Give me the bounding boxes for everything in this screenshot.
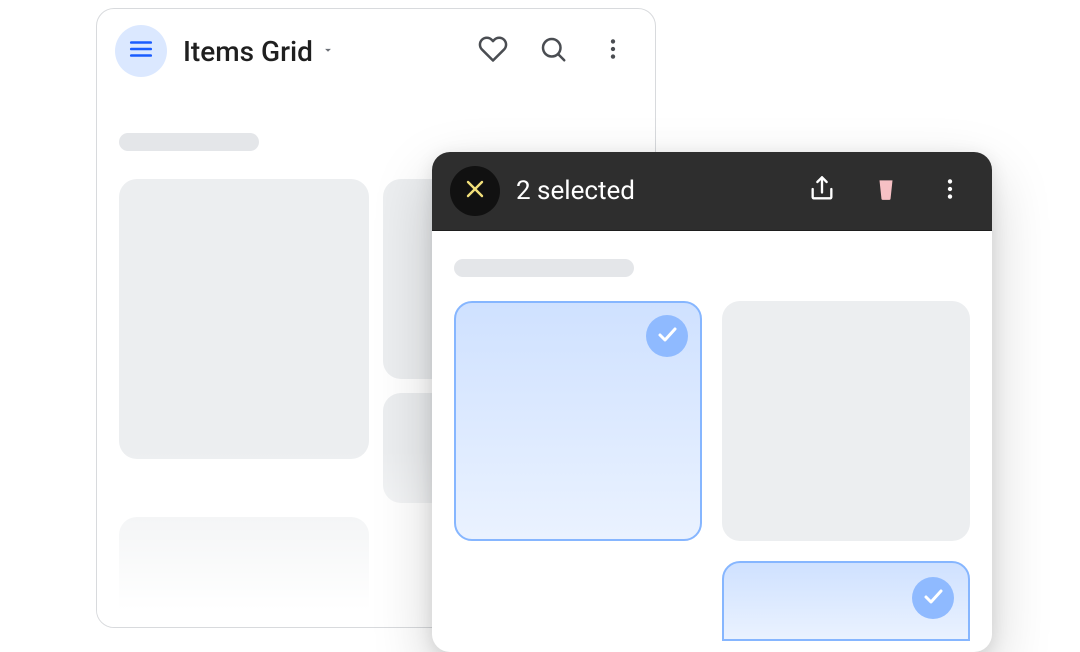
section-label-placeholder bbox=[454, 259, 634, 277]
title-dropdown[interactable]: Items Grid bbox=[183, 35, 335, 68]
selection-mode-window: 2 selected bbox=[432, 152, 992, 652]
more-vertical-icon bbox=[937, 176, 963, 206]
search-icon bbox=[538, 34, 568, 68]
menu-icon bbox=[128, 36, 154, 66]
grid-item-selected[interactable] bbox=[722, 561, 970, 641]
heart-icon bbox=[478, 34, 508, 68]
menu-button[interactable] bbox=[115, 25, 167, 77]
delete-button[interactable] bbox=[862, 167, 910, 215]
close-icon bbox=[463, 177, 487, 205]
selected-check-badge bbox=[912, 577, 954, 619]
check-icon bbox=[921, 584, 945, 612]
check-icon bbox=[655, 322, 679, 350]
more-button[interactable] bbox=[589, 27, 637, 75]
selected-check-badge bbox=[646, 315, 688, 357]
topbar: Items Grid bbox=[97, 9, 655, 93]
search-button[interactable] bbox=[529, 27, 577, 75]
chevron-down-icon bbox=[321, 42, 335, 61]
favorite-button[interactable] bbox=[469, 27, 517, 75]
grid-item[interactable] bbox=[119, 179, 369, 459]
grid-item-selected[interactable] bbox=[454, 301, 702, 541]
selection-more-button[interactable] bbox=[926, 167, 974, 215]
selection-topbar: 2 selected bbox=[432, 152, 992, 231]
items-grid-selection bbox=[454, 301, 970, 641]
close-selection-button[interactable] bbox=[450, 166, 500, 216]
grid-item[interactable] bbox=[722, 301, 970, 541]
section-label-placeholder bbox=[119, 133, 259, 151]
selection-body bbox=[432, 231, 992, 652]
grid-item[interactable] bbox=[119, 517, 369, 628]
share-icon bbox=[808, 175, 836, 207]
trash-icon bbox=[873, 175, 899, 207]
page-title: Items Grid bbox=[183, 35, 313, 68]
more-vertical-icon bbox=[600, 36, 626, 66]
share-button[interactable] bbox=[798, 167, 846, 215]
selection-count-text: 2 selected bbox=[516, 176, 635, 206]
